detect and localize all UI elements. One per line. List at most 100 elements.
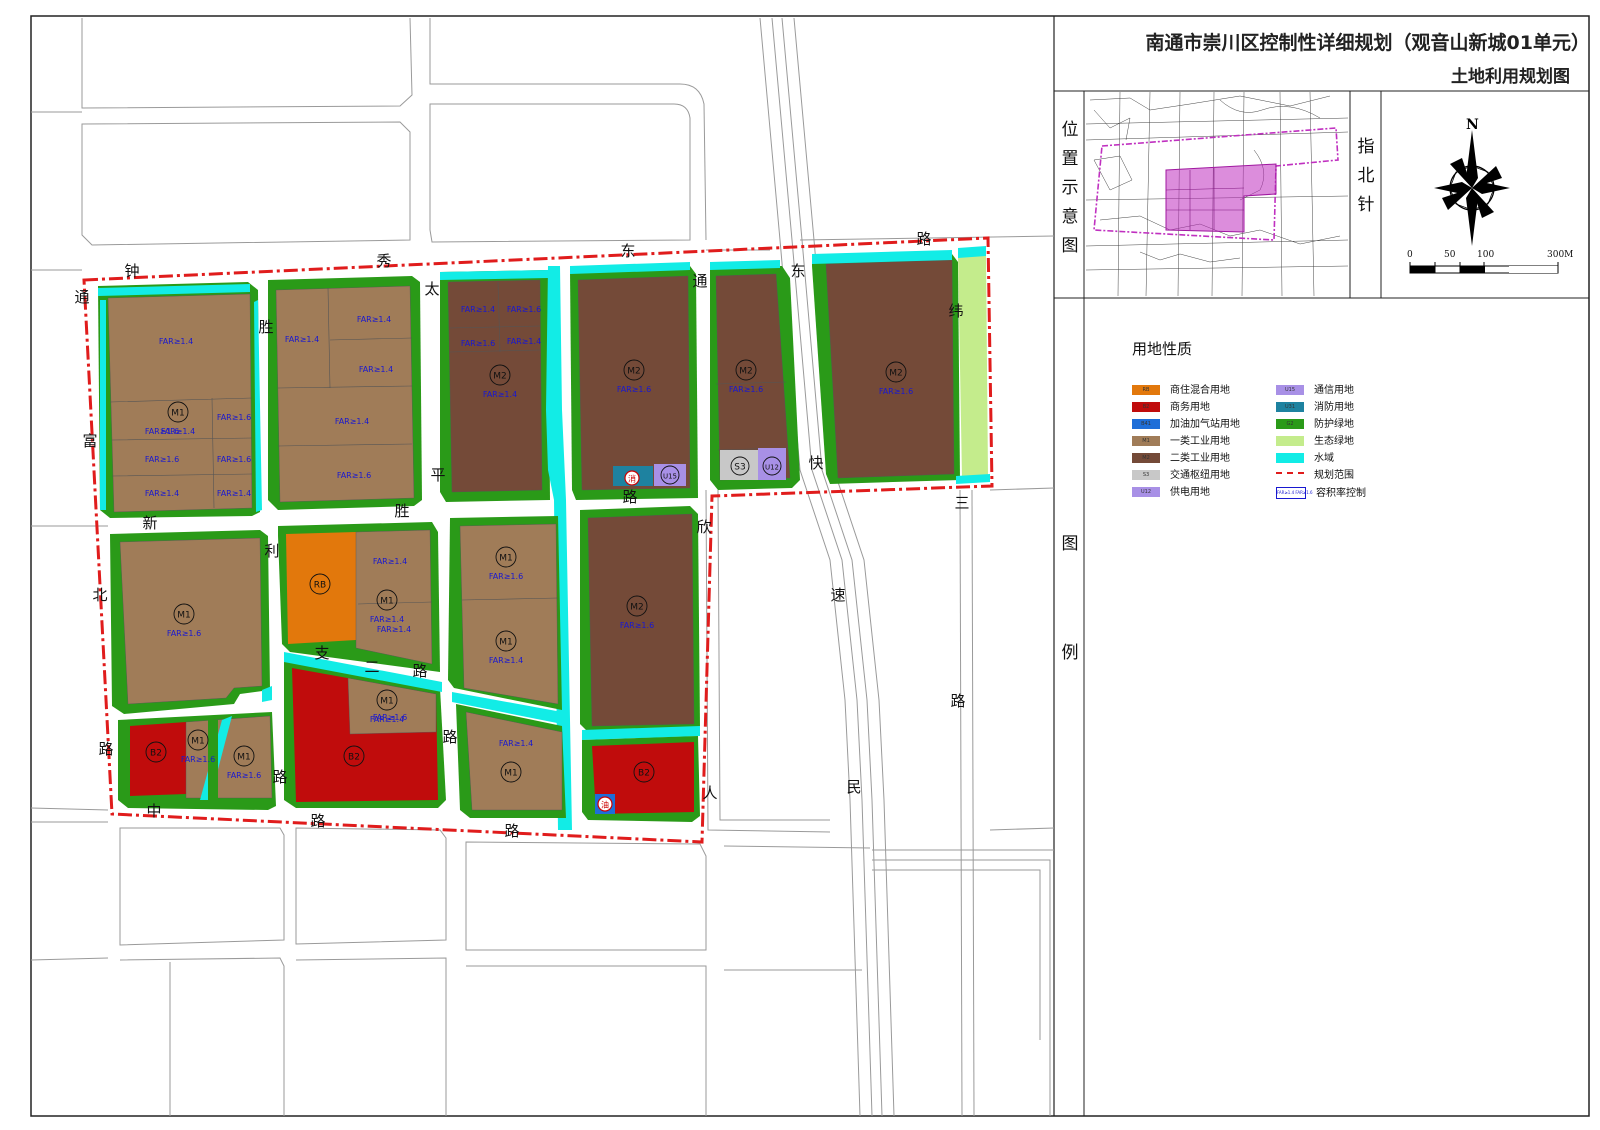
road-name-char: 快: [808, 454, 823, 472]
far-label: FAR≥1.4: [285, 335, 319, 344]
far-label: FAR≥1.6: [145, 427, 179, 436]
parcel-far-label: FAR≥1.4: [483, 390, 517, 399]
legend-label: 生态绿地: [1314, 436, 1354, 447]
legend-label: 规划范围: [1314, 470, 1354, 481]
parcel-far-label: FAR≥1.6: [227, 771, 261, 780]
road-name-char: 速: [830, 586, 845, 604]
road-name-char: 钟: [124, 262, 139, 280]
legend-label: 一类工业用地: [1170, 436, 1230, 447]
legend-side-label: 图例: [1061, 534, 1079, 663]
legend-item: M1 一类工业用地: [1132, 436, 1230, 448]
legend-item: B2 商务用地: [1132, 402, 1210, 414]
parcel-code-label: B2: [348, 753, 360, 763]
far-label: FAR≥1.4: [359, 365, 393, 374]
road-name-char: 北: [92, 586, 107, 604]
road-name-char: 胜: [394, 502, 409, 520]
far-label: FAR≥1.4: [145, 489, 179, 498]
road-name-char: 东: [790, 262, 805, 280]
svg-text:消: 消: [628, 474, 636, 484]
legend-swatch: U15: [1276, 385, 1304, 395]
scale-bar-icon: [1409, 262, 1559, 274]
legend-swatch: B2: [1132, 402, 1160, 412]
legend-swatch: B41: [1132, 419, 1160, 429]
road-name-char: 支: [314, 644, 329, 662]
legend-swatch: S3: [1132, 470, 1160, 480]
compass-north-label: N: [1466, 117, 1479, 133]
legend-swatch: FAR≥1.4 FAR≥1.6: [1276, 487, 1313, 499]
far-label: FAR≥1.4: [159, 337, 193, 346]
road-name-char: 路: [412, 662, 427, 680]
legend-item: M2 二类工业用地: [1132, 453, 1230, 465]
far-label: FAR≥1.6: [145, 455, 179, 464]
legend-item: 水域: [1276, 453, 1334, 465]
road-name-char: 民: [846, 778, 861, 796]
scale-tick-50: 50: [1444, 250, 1456, 260]
road-name-char: 东: [620, 242, 635, 260]
parcel-far-label: FAR≥1.6: [729, 385, 763, 394]
legend-item: B41 加油加气站用地: [1132, 419, 1240, 431]
map-subtitle: 土地利用规划图: [1451, 67, 1570, 87]
legend-title: 用地性质: [1132, 340, 1193, 358]
parcel-far-label: FAR≥1.6: [879, 387, 913, 396]
legend-item: U31 消防用地: [1276, 402, 1354, 414]
legend-swatch: U12: [1132, 487, 1160, 497]
parcel-code-label: M1: [499, 554, 513, 564]
parcel-far-label: FAR≥1.4: [489, 656, 523, 665]
parcel-code-label: M1: [191, 737, 205, 747]
road-name-char: 通: [692, 272, 707, 290]
road-name-char: 路: [916, 230, 931, 248]
road-name-char: 平: [430, 466, 445, 484]
parcel-code-label: M1: [237, 753, 251, 763]
compass-label: 指北针: [1357, 137, 1375, 215]
road-name-char: 路: [98, 740, 113, 758]
scale-tick-0: 0: [1407, 250, 1413, 260]
far-label: FAR≥1.4: [377, 625, 411, 634]
parcel-code-label: M1: [171, 409, 185, 419]
legend-swatch: G2: [1276, 419, 1304, 429]
road-name-char: 路: [442, 728, 457, 746]
legend-item: S3 交通枢纽用地: [1132, 470, 1230, 482]
map-title: 南通市崇川区控制性详细规划（观音山新城01单元）: [1145, 32, 1590, 54]
far-label: FAR≥1.6: [461, 339, 495, 348]
legend-label: 通信用地: [1314, 385, 1354, 396]
far-label: FAR≥1.4: [335, 417, 369, 426]
road-name-char: 利: [264, 542, 279, 560]
compass-rose-icon: [1434, 130, 1510, 246]
legend-swatch: U31: [1276, 402, 1304, 412]
far-label: FAR≥1.4: [373, 557, 407, 566]
parcel-code-label: M1: [380, 697, 394, 707]
far-label: FAR≥1.6: [217, 455, 251, 464]
parcel-code-label: B2: [638, 769, 650, 779]
road-name-char: 二: [364, 658, 379, 676]
legend-swatch: [1276, 453, 1304, 463]
gas-station-icon: 油: [595, 794, 615, 814]
parcel-far-label: FAR≥1.6: [181, 755, 215, 764]
far-label: FAR≥1.4: [499, 739, 533, 748]
legend-swatch: M2: [1132, 453, 1160, 463]
legend-label: 水域: [1314, 453, 1334, 464]
legend-label: 商务用地: [1170, 402, 1210, 413]
road-name-char: 胜: [258, 318, 273, 336]
fire-station-icon: 消: [624, 470, 640, 486]
road-name-char: 路: [310, 812, 325, 830]
legend-item: U12 供电用地: [1132, 487, 1210, 499]
road-name-char: 三: [954, 494, 969, 512]
far-label: FAR≥1.4: [357, 315, 391, 324]
parcel-code-label: M1: [504, 769, 518, 779]
far-label: FAR≥1.6: [373, 713, 407, 722]
legend-item: FAR≥1.4 FAR≥1.6 容积率控制: [1276, 487, 1366, 499]
scale-tick-300: 300M: [1547, 250, 1574, 260]
legend-swatch: RB: [1132, 385, 1160, 395]
parcel-code-label: RB: [314, 581, 326, 591]
parcel-far-label: FAR≥1.6: [167, 629, 201, 638]
parcel-code-label: U12: [765, 464, 779, 472]
far-label: FAR≥1.6: [507, 305, 541, 314]
legend-swatch: M1: [1132, 436, 1160, 446]
legend-item: G2 防护绿地: [1276, 419, 1354, 431]
parcel-code-label: S3: [734, 463, 745, 473]
road-name-char: 欣: [696, 518, 711, 536]
parcel-far-label: FAR≥1.6: [617, 385, 651, 394]
road-name-char: 人: [702, 784, 717, 802]
parcel-code-label: M1: [177, 611, 191, 621]
parcel-code-label: M1: [499, 638, 513, 648]
